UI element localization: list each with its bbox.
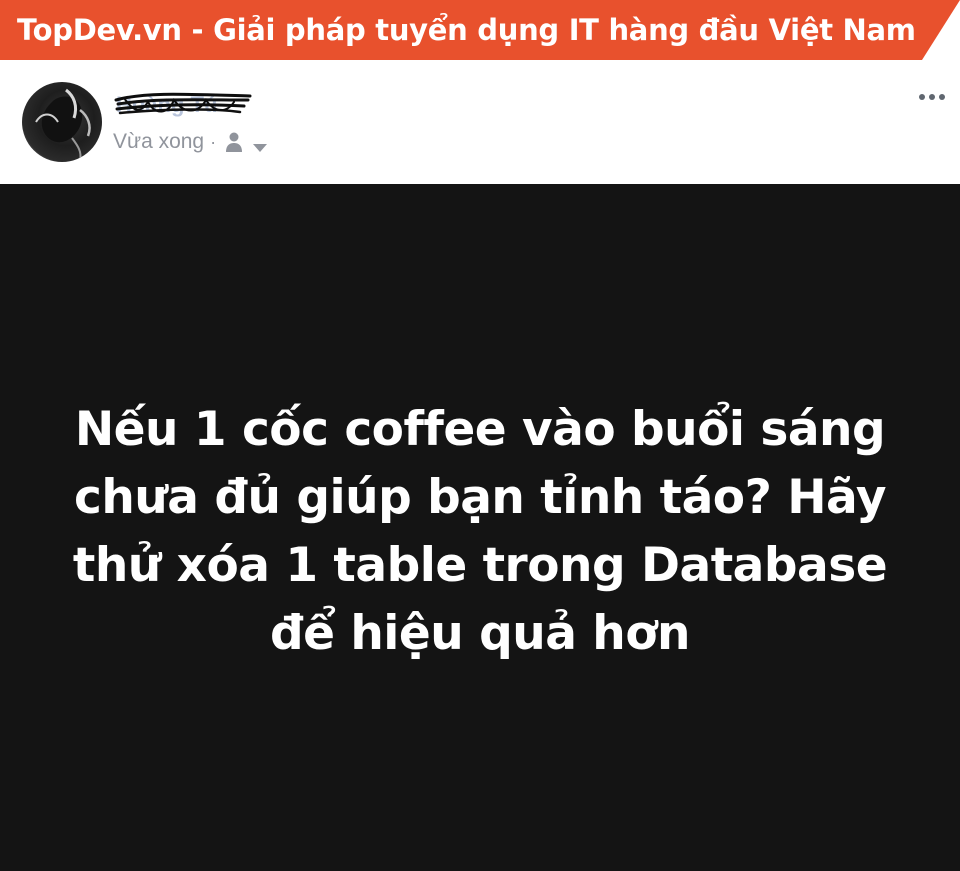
topdev-banner: TopDev.vn - Giải pháp tuyển dụng IT hàng… <box>0 0 960 60</box>
post-text: Nếu 1 cốc coffee vào buổi sáng chưa đủ g… <box>72 402 888 661</box>
person-icon[interactable] <box>224 131 244 153</box>
chevron-down-icon[interactable] <box>252 136 268 152</box>
author-avatar[interactable] <box>22 82 102 162</box>
post-content: Nếu 1 cốc coffee vào buổi sáng chưa đủ g… <box>0 184 960 871</box>
name-scribble <box>114 92 252 115</box>
author-name[interactable]: Hoàng Tú <box>114 88 254 124</box>
meta-separator: · <box>210 131 217 152</box>
ellipsis-icon[interactable] <box>918 90 946 104</box>
post-meta: Vừa xong · <box>113 127 268 157</box>
avatar-image <box>35 88 91 161</box>
post-header: Hoàng Tú Vừa xong · <box>0 60 960 184</box>
post-timestamp[interactable]: Vừa xong <box>113 130 204 154</box>
banner-title: TopDev.vn - Giải pháp tuyển dụng IT hàng… <box>17 13 916 47</box>
